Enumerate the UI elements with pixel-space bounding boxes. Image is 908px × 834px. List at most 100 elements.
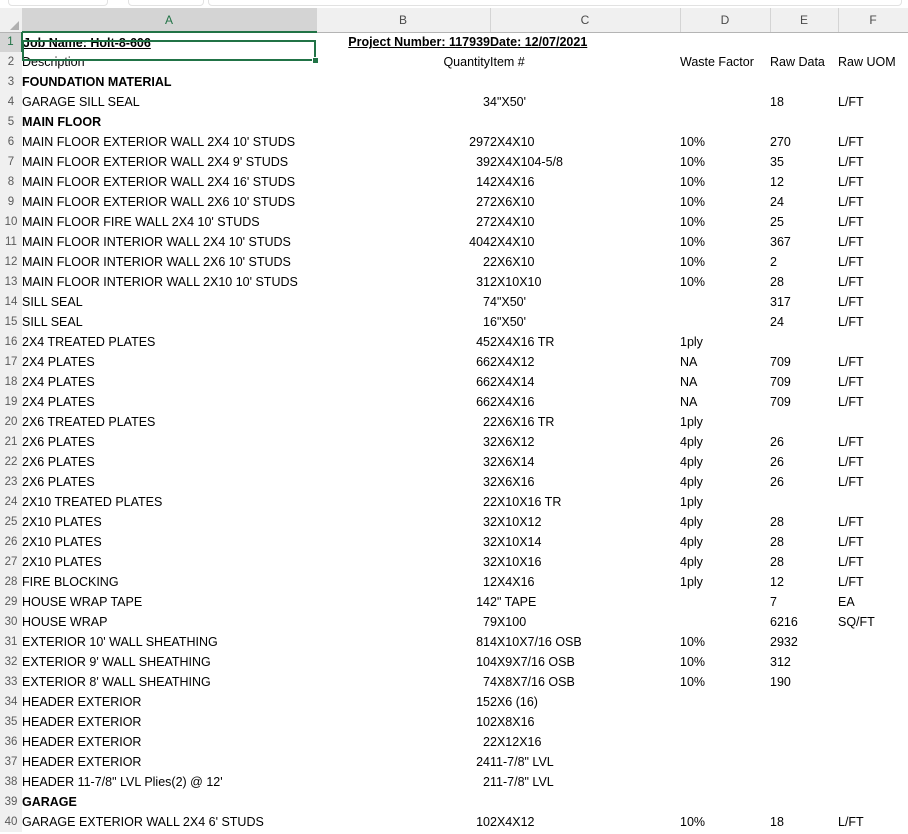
cell-D11[interactable]: 10%: [680, 232, 770, 252]
row-header-39[interactable]: 39: [0, 792, 22, 812]
cell-C38[interactable]: 11-7/8" LVL: [490, 772, 680, 792]
cell-D12[interactable]: 10%: [680, 252, 770, 272]
cell-B4[interactable]: 3: [316, 92, 490, 112]
cell-E20[interactable]: [770, 412, 838, 432]
cell-E19[interactable]: 709: [770, 392, 838, 412]
sheet-row[interactable]: 30 HOUSE WRAP 7 9X100 6216 SQ/FT: [0, 612, 908, 632]
cell-A39[interactable]: GARAGE: [22, 792, 316, 812]
cell-A9[interactable]: MAIN FLOOR EXTERIOR WALL 2X6 10' STUDS: [22, 192, 316, 212]
cell-D1[interactable]: [680, 32, 770, 52]
cell-D16[interactable]: 1ply: [680, 332, 770, 352]
cell-B7[interactable]: 39: [316, 152, 490, 172]
cell-E29[interactable]: 7: [770, 592, 838, 612]
cell-E6[interactable]: 270: [770, 132, 838, 152]
row-header-18[interactable]: 18: [0, 372, 22, 392]
cell-C22[interactable]: 2X6X14: [490, 452, 680, 472]
cell-E28[interactable]: 12: [770, 572, 838, 592]
row-header-3[interactable]: 3: [0, 72, 22, 92]
cell-D37[interactable]: [680, 752, 770, 772]
row-header-29[interactable]: 29: [0, 592, 22, 612]
cell-B32[interactable]: 10: [316, 652, 490, 672]
cell-D29[interactable]: [680, 592, 770, 612]
cell-A31[interactable]: EXTERIOR 10' WALL SHEATHING: [22, 632, 316, 652]
row-header-19[interactable]: 19: [0, 392, 22, 412]
row-header-31[interactable]: 31: [0, 632, 22, 652]
cell-F12[interactable]: L/FT: [838, 252, 908, 272]
cell-C19[interactable]: 2X4X16: [490, 392, 680, 412]
row-header-10[interactable]: 10: [0, 212, 22, 232]
cell-A24[interactable]: 2X10 TREATED PLATES: [22, 492, 316, 512]
cell-F40[interactable]: L/FT: [838, 812, 908, 832]
cell-F16[interactable]: [838, 332, 908, 352]
sheet-row[interactable]: 7 MAIN FLOOR EXTERIOR WALL 2X4 9' STUDS 39…: [0, 152, 908, 172]
cell-B35[interactable]: 10: [316, 712, 490, 732]
cell-C14[interactable]: 4"X50': [490, 292, 680, 312]
cell-D30[interactable]: [680, 612, 770, 632]
cell-D31[interactable]: 10%: [680, 632, 770, 652]
cell-E35[interactable]: [770, 712, 838, 732]
row-header-8[interactable]: 8: [0, 172, 22, 192]
cell-A1[interactable]: Job Name: Holt-8-606: [22, 32, 316, 52]
cell-F4[interactable]: L/FT: [838, 92, 908, 112]
cell-E34[interactable]: [770, 692, 838, 712]
cell-E12[interactable]: 2: [770, 252, 838, 272]
cell-F3[interactable]: [838, 72, 908, 92]
cell-B22[interactable]: 3: [316, 452, 490, 472]
cell-A13[interactable]: MAIN FLOOR INTERIOR WALL 2X10 10' STUDS: [22, 272, 316, 292]
row-header-35[interactable]: 35: [0, 712, 22, 732]
cell-E8[interactable]: 12: [770, 172, 838, 192]
cell-D32[interactable]: 10%: [680, 652, 770, 672]
cell-D10[interactable]: 10%: [680, 212, 770, 232]
cell-B28[interactable]: 1: [316, 572, 490, 592]
cell-B5[interactable]: [316, 112, 490, 132]
cell-D27[interactable]: 4ply: [680, 552, 770, 572]
cell-D23[interactable]: 4ply: [680, 472, 770, 492]
cell-D36[interactable]: [680, 732, 770, 752]
cell-C24[interactable]: 2X10X16 TR: [490, 492, 680, 512]
cell-D15[interactable]: [680, 312, 770, 332]
sheet-row[interactable]: 1 Job Name: Holt-8-606 Project Number: 117…: [0, 32, 908, 52]
cell-F32[interactable]: [838, 652, 908, 672]
cell-C31[interactable]: 4X10X7/16 OSB: [490, 632, 680, 652]
cell-C17[interactable]: 2X4X12: [490, 352, 680, 372]
column-header-f[interactable]: F: [838, 8, 908, 33]
cell-A26[interactable]: 2X10 PLATES: [22, 532, 316, 552]
cell-B16[interactable]: 45: [316, 332, 490, 352]
cell-B8[interactable]: 14: [316, 172, 490, 192]
sheet-row[interactable]: 26 2X10 PLATES 3 2X10X14 4ply 28 L/FT: [0, 532, 908, 552]
cell-C13[interactable]: 2X10X10: [490, 272, 680, 292]
row-header-37[interactable]: 37: [0, 752, 22, 772]
cell-E23[interactable]: 26: [770, 472, 838, 492]
cell-C12[interactable]: 2X6X10: [490, 252, 680, 272]
cell-D34[interactable]: [680, 692, 770, 712]
cell-C39[interactable]: [490, 792, 680, 812]
sheet-row[interactable]: 38 HEADER 11-7/8" LVL Plies(2) @ 12' 2 11-7…: [0, 772, 908, 792]
sheet-row[interactable]: 2 Description Quantity Item # Waste Factor Ra…: [0, 52, 908, 72]
cell-E24[interactable]: [770, 492, 838, 512]
row-header-11[interactable]: 11: [0, 232, 22, 252]
worksheet-body[interactable]: 1 Job Name: Holt-8-606 Project Number: 117…: [0, 32, 908, 832]
cell-F9[interactable]: L/FT: [838, 192, 908, 212]
sheet-row[interactable]: 40 GARAGE EXTERIOR WALL 2X4 6' STUDS 10 2X4…: [0, 812, 908, 832]
sheet-row[interactable]: 16 2X4 TREATED PLATES 45 2X4X16 TR 1ply: [0, 332, 908, 352]
cell-C27[interactable]: 2X10X16: [490, 552, 680, 572]
sheet-row[interactable]: 12 MAIN FLOOR INTERIOR WALL 2X6 10' STUDS…: [0, 252, 908, 272]
cell-A12[interactable]: MAIN FLOOR INTERIOR WALL 2X6 10' STUDS: [22, 252, 316, 272]
cell-F39[interactable]: [838, 792, 908, 812]
cell-B27[interactable]: 3: [316, 552, 490, 572]
cell-C3[interactable]: [490, 72, 680, 92]
cell-C40[interactable]: 2X4X12: [490, 812, 680, 832]
sheet-row[interactable]: 14 SILL SEAL 7 4"X50' 317 L/FT: [0, 292, 908, 312]
cell-C9[interactable]: 2X6X10: [490, 192, 680, 212]
sheet-row[interactable]: 4 GARAGE SILL SEAL 3 4"X50' 18 L/FT: [0, 92, 908, 112]
cell-B26[interactable]: 3: [316, 532, 490, 552]
cell-A35[interactable]: HEADER EXTERIOR: [22, 712, 316, 732]
cell-D35[interactable]: [680, 712, 770, 732]
row-header-27[interactable]: 27: [0, 552, 22, 572]
cell-D18[interactable]: NA: [680, 372, 770, 392]
cell-E39[interactable]: [770, 792, 838, 812]
cell-B13[interactable]: 31: [316, 272, 490, 292]
cell-C26[interactable]: 2X10X14: [490, 532, 680, 552]
cell-D26[interactable]: 4ply: [680, 532, 770, 552]
cell-A28[interactable]: FIRE BLOCKING: [22, 572, 316, 592]
